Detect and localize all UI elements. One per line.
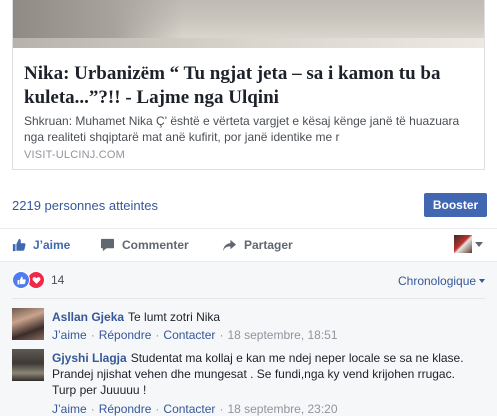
image-curb-area — [13, 38, 484, 48]
comment-label: Commenter — [122, 238, 189, 252]
avatar[interactable] — [12, 349, 44, 381]
like-label: J’aime — [33, 238, 71, 252]
separator: · — [90, 402, 95, 416]
like-button[interactable]: J’aime — [12, 229, 70, 261]
chevron-down-icon[interactable] — [475, 242, 483, 247]
comment-like-link[interactable]: J’aime — [52, 328, 87, 342]
thumbs-up-icon — [12, 238, 26, 252]
separator: · — [219, 402, 224, 416]
chevron-down-icon — [479, 279, 486, 283]
divider — [12, 298, 485, 299]
separator: · — [219, 328, 224, 342]
comment-timestamp[interactable]: 18 septembre, 23:20 — [227, 402, 337, 416]
speech-bubble-icon — [100, 238, 115, 252]
comment-author-link[interactable]: Gjyshi Llagja — [52, 351, 127, 365]
comment-text: Te lumt zotri Nika — [128, 310, 221, 324]
share-arrow-icon — [223, 239, 236, 251]
separator: · — [155, 328, 160, 342]
reaction-count: 14 — [51, 273, 65, 287]
comment-meta: J’aime · Répondre · Contacter · 18 septembre, … — [52, 402, 338, 416]
boost-button[interactable]: Booster — [424, 193, 487, 217]
comment-button[interactable]: Commenter — [100, 229, 189, 261]
comment-meta: J’aime · Répondre · Contacter · 18 septembre, … — [52, 328, 338, 342]
comment-reply-link[interactable]: Répondre — [99, 328, 152, 342]
comment-reply-link[interactable]: Répondre — [99, 402, 152, 416]
link-preview-description: Shkruan: Muhamet Nika Ç' është e vërteta… — [24, 114, 460, 144]
like-reaction-icon — [12, 271, 30, 289]
share-button[interactable]: Partager — [222, 229, 293, 261]
comment-author-link[interactable]: Asllan Gjeka — [52, 310, 124, 324]
post-action-bar: J’aime Commenter Partager — [0, 229, 497, 261]
link-preview-image[interactable] — [13, 0, 484, 48]
reach-count-link[interactable]: 2219 personnes atteintes — [12, 198, 158, 213]
comment-contact-link[interactable]: Contacter — [163, 402, 215, 416]
comments-section: 14 Chronologique Asllan Gjeka Te lumt zot… — [0, 261, 497, 416]
avatar[interactable] — [12, 308, 44, 340]
separator: · — [90, 328, 95, 342]
page-avatar-selector[interactable] — [454, 235, 472, 253]
share-label: Partager — [244, 238, 293, 252]
comment-like-link[interactable]: J’aime — [52, 402, 87, 416]
comment-timestamp[interactable]: 18 septembre, 18:51 — [227, 328, 337, 342]
comment-sort-dropdown[interactable]: Chronologique — [398, 274, 486, 288]
comment-body: Gjyshi Llagja Studentat ma kollaj e kan m… — [52, 350, 482, 398]
link-preview-card[interactable]: Nika: Urbanizëm “ Tu ngjat jeta – sa i k… — [12, 0, 485, 170]
link-preview-domain: VISIT-ULCINJ.COM — [24, 149, 125, 161]
reaction-summary[interactable]: 14 — [12, 271, 64, 289]
comment-contact-link[interactable]: Contacter — [163, 328, 215, 342]
separator: · — [155, 402, 160, 416]
sort-label: Chronologique — [398, 274, 477, 288]
comment-body: Asllan Gjeka Te lumt zotri Nika — [52, 309, 482, 325]
link-preview-title[interactable]: Nika: Urbanizëm “ Tu ngjat jeta – sa i k… — [24, 62, 474, 110]
